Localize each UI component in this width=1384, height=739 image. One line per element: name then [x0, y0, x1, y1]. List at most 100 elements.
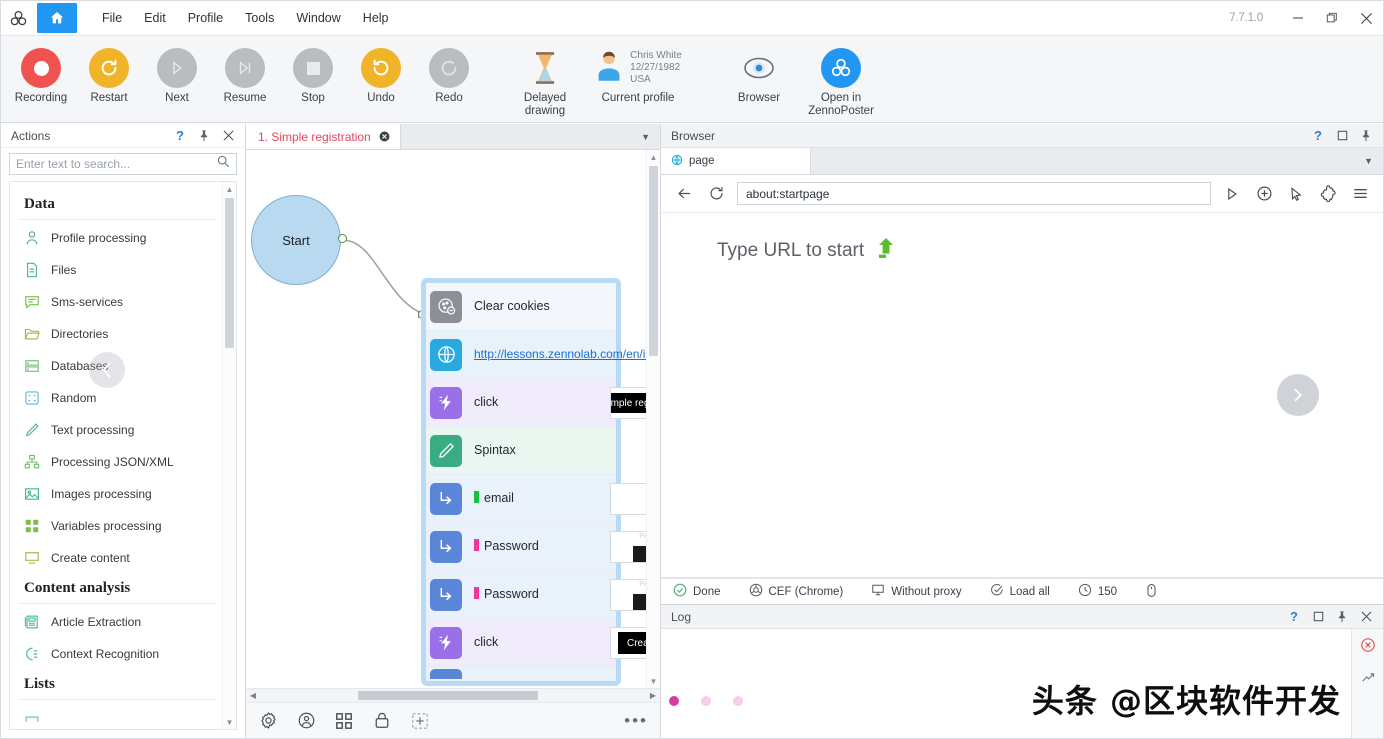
action-item-profile-processing[interactable]: Profile processing: [10, 222, 222, 254]
action-item-text-processing[interactable]: Text processing: [10, 414, 222, 446]
action-item-files[interactable]: Files: [10, 254, 222, 286]
browser-tab-page[interactable]: page: [661, 148, 811, 174]
ribbon-next-button[interactable]: Next: [143, 41, 211, 105]
puzzle-extension-icon[interactable]: [1317, 183, 1339, 205]
profile-circle-icon[interactable]: [296, 711, 316, 731]
node-row-clear-cookies[interactable]: Clear cookies: [426, 283, 616, 331]
maximize-button[interactable]: [1315, 1, 1349, 35]
browser-tabstrip-overflow[interactable]: ▼: [811, 148, 1383, 174]
ribbon-resume-button[interactable]: Resume: [211, 41, 279, 105]
status-done[interactable]: Done: [673, 583, 721, 600]
node-row-click-2[interactable]: click Create: [426, 619, 646, 667]
scroll-up-arrow-icon[interactable]: ▲: [647, 150, 660, 164]
actions-close-button[interactable]: [217, 126, 239, 146]
menu-item-help[interactable]: Help: [352, 6, 400, 30]
scroll-down-arrow-icon[interactable]: ▼: [647, 674, 660, 688]
node-row-url-link[interactable]: http://lessons.zennolab.com/en/index: [474, 347, 646, 362]
action-item-partial[interactable]: [10, 702, 222, 729]
canvas-vscrollbar[interactable]: ▲ ▼: [646, 150, 660, 688]
ribbon-open-in-zennoposter-button[interactable]: Open in ZennoPoster: [793, 41, 889, 118]
node-row-set-password-1[interactable]: Password Password: [426, 523, 646, 571]
scroll-right-arrow-icon[interactable]: ▶: [646, 691, 660, 700]
scrollbar-thumb[interactable]: [225, 198, 234, 348]
menu-item-profile[interactable]: Profile: [177, 6, 234, 30]
search-input[interactable]: [16, 157, 217, 171]
actions-scrollbar[interactable]: ▲ ▼: [222, 182, 236, 729]
browser-viewport[interactable]: Type URL to start: [661, 213, 1383, 578]
cursor-select-icon[interactable]: [1285, 183, 1307, 205]
browser-help-button[interactable]: ?: [1307, 126, 1329, 146]
copy-log-icon[interactable]: [1358, 669, 1378, 689]
menu-item-edit[interactable]: Edit: [133, 6, 177, 30]
scroll-up-arrow-icon[interactable]: ▲: [223, 182, 236, 196]
node-row-set-password-2[interactable]: Password Password: [426, 571, 646, 619]
browser-pin-button[interactable]: [1355, 126, 1377, 146]
action-item-create-content[interactable]: Create content: [10, 542, 222, 574]
browser-next-button[interactable]: [1277, 374, 1319, 416]
node-start[interactable]: Start: [251, 195, 341, 285]
log-maximize-button[interactable]: [1307, 607, 1329, 627]
log-content-area[interactable]: 头条 @区块软件开发: [661, 629, 1351, 738]
ribbon-recording-button[interactable]: Recording: [7, 41, 75, 105]
action-item-processing-json-xml[interactable]: Processing JSON/XML: [10, 446, 222, 478]
ribbon-delayed-drawing-button[interactable]: Delayed drawing: [511, 41, 579, 118]
scrollbar-thumb[interactable]: [649, 166, 658, 356]
action-item-variables-processing[interactable]: Variables processing: [10, 510, 222, 542]
url-bar[interactable]: [737, 182, 1211, 205]
node-row-partial[interactable]: [426, 667, 616, 681]
action-item-random[interactable]: Random: [10, 382, 222, 414]
node-row-set-email[interactable]: email e-mail em: [426, 475, 646, 523]
log-pin-button[interactable]: [1331, 607, 1353, 627]
ribbon-redo-button[interactable]: Redo: [415, 41, 483, 105]
scroll-down-arrow-icon[interactable]: ▼: [223, 715, 236, 729]
status-proxy[interactable]: Without proxy: [871, 583, 962, 600]
clear-log-icon[interactable]: [1358, 635, 1378, 655]
node-row-spintax[interactable]: Spintax: [426, 427, 616, 475]
collapse-panel-handle[interactable]: [89, 352, 125, 388]
back-button[interactable]: [673, 183, 695, 205]
node-row-goto-url[interactable]: http://lessons.zennolab.com/en/index: [426, 331, 646, 379]
settings-gear-icon[interactable]: [258, 711, 278, 731]
chevron-down-icon[interactable]: ▼: [1364, 156, 1373, 166]
node-card-group[interactable]: Clear cookies http://lessons.zennolab.co…: [421, 278, 646, 686]
action-item-sms-services[interactable]: Sms-services: [10, 286, 222, 318]
url-input[interactable]: [746, 186, 1202, 201]
tab-simple-registration[interactable]: 1. Simple registration: [246, 124, 401, 149]
tab-close-icon[interactable]: [379, 131, 390, 142]
ribbon-current-profile-button[interactable]: Chris White 12/27/1982 USA Current profi…: [579, 41, 697, 105]
node-row-click-1[interactable]: click mple registrati: [426, 379, 646, 427]
actions-help-button[interactable]: ?: [169, 126, 191, 146]
add-dashed-icon[interactable]: [410, 711, 430, 731]
action-item-article-extraction[interactable]: Article Extraction: [10, 606, 222, 638]
ribbon-stop-button[interactable]: Stop: [279, 41, 347, 105]
start-output-port[interactable]: [338, 234, 347, 243]
minimize-button[interactable]: [1281, 1, 1315, 35]
tabstrip-overflow[interactable]: ▼: [401, 124, 660, 149]
lock-icon[interactable]: [372, 711, 392, 731]
home-button[interactable]: [37, 3, 77, 33]
menu-item-file[interactable]: File: [91, 6, 133, 30]
status-engine[interactable]: CEF (Chrome): [749, 583, 843, 600]
close-button[interactable]: [1349, 1, 1383, 35]
action-item-images-processing[interactable]: Images processing: [10, 478, 222, 510]
canvas-more-button[interactable]: •••: [624, 711, 648, 731]
ribbon-browser-button[interactable]: Browser: [725, 41, 793, 105]
status-mouse[interactable]: [1145, 583, 1158, 601]
menu-item-tools[interactable]: Tools: [234, 6, 285, 30]
scroll-left-arrow-icon[interactable]: ◀: [246, 691, 260, 700]
log-close-button[interactable]: [1355, 607, 1377, 627]
actions-pin-button[interactable]: [193, 126, 215, 146]
action-item-directories[interactable]: Directories: [10, 318, 222, 350]
play-icon[interactable]: [1221, 183, 1243, 205]
scrollbar-thumb[interactable]: [358, 691, 538, 700]
reload-button[interactable]: [705, 183, 727, 205]
status-timeout[interactable]: 150: [1078, 583, 1117, 600]
browser-maximize-button[interactable]: [1331, 126, 1353, 146]
canvas-hscrollbar[interactable]: ◀ ▶: [246, 688, 660, 702]
action-item-context-recognition[interactable]: Context Recognition: [10, 638, 222, 670]
add-circle-icon[interactable]: [1253, 183, 1275, 205]
ribbon-undo-button[interactable]: Undo: [347, 41, 415, 105]
flow-canvas[interactable]: Start Clear cookies http://lessons.zenno…: [246, 150, 660, 688]
chevron-down-icon[interactable]: ▼: [641, 132, 650, 142]
hamburger-menu-icon[interactable]: [1349, 183, 1371, 205]
